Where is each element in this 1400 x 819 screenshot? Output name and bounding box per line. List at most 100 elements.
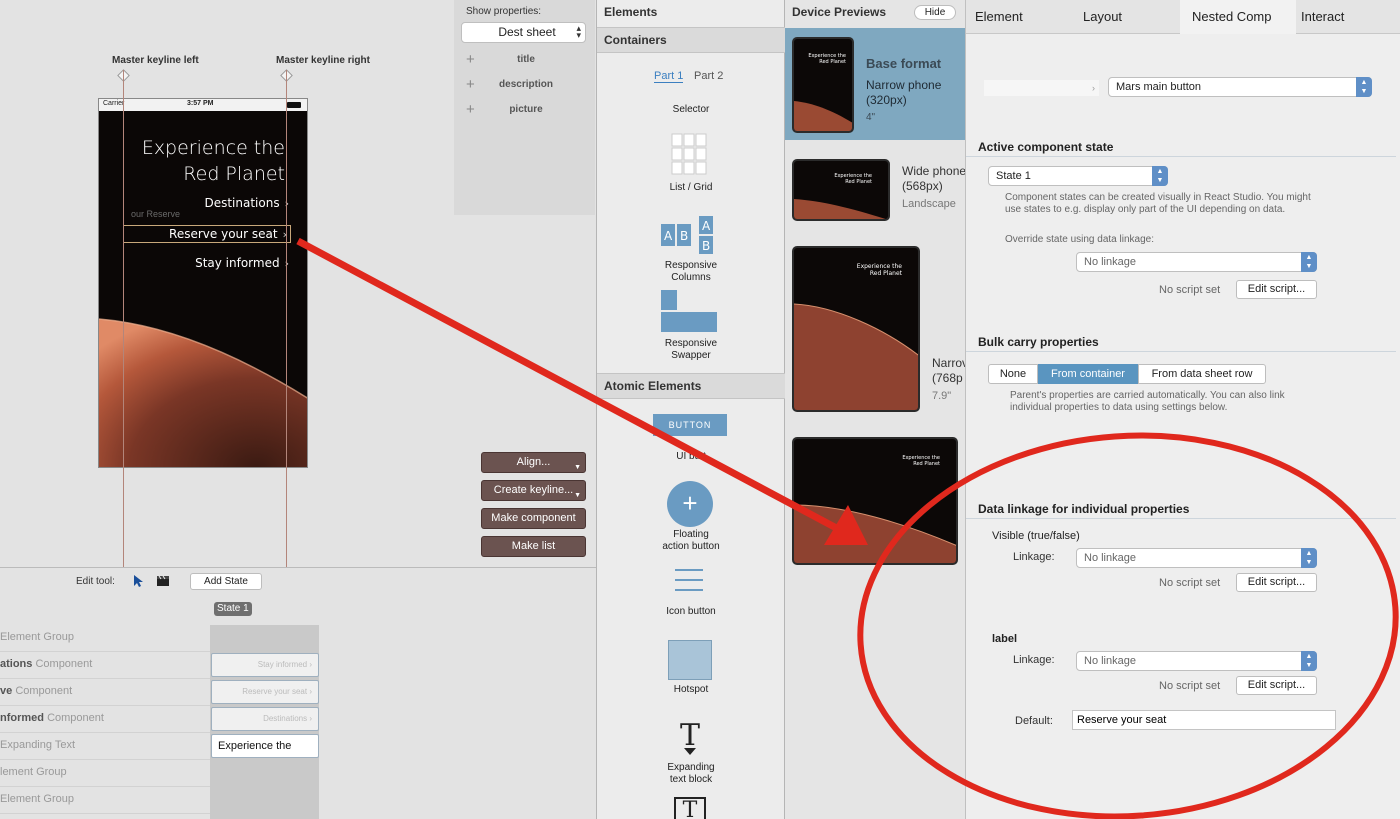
keyline-right-label: Master keyline right: [276, 55, 370, 66]
keyline-right[interactable]: [286, 70, 287, 567]
expanding-text-icon[interactable]: T: [675, 718, 705, 756]
menu-item-stay-informed[interactable]: Stay informed›: [195, 256, 289, 270]
bulk-carry-heading: Bulk carry properties: [978, 335, 1099, 349]
wide-tablet-thumbnail[interactable]: Experience the Red Planet: [792, 437, 958, 565]
linkage-value: No linkage: [1084, 256, 1136, 268]
base-format-label: Base format: [866, 56, 942, 71]
tree-row[interactable]: Element Group: [0, 787, 210, 814]
menu-item-destinations[interactable]: Destinations›: [204, 196, 289, 210]
phone-preview[interactable]: Carrier 3:57 PM Experience the Red Plane…: [98, 98, 308, 468]
svg-text:A: A: [664, 229, 673, 243]
bulk-help-text: Parent's properties are carried automati…: [1010, 390, 1285, 413]
responsive-swapper-label-1[interactable]: Responsive: [597, 338, 785, 349]
tree-row[interactable]: Expanding Text: [0, 733, 210, 760]
tab-element[interactable]: Element: [975, 0, 1023, 34]
make-component-button[interactable]: Make component: [481, 508, 586, 529]
hide-previews-button[interactable]: Hide: [914, 5, 956, 20]
property-name: description: [499, 79, 553, 90]
override-linkage-select[interactable]: No linkage ▲ ▼: [1076, 252, 1317, 272]
no-script-label: No script set: [1159, 680, 1221, 692]
row-kind: Component: [47, 712, 104, 724]
pointer-tool-icon[interactable]: [132, 574, 144, 588]
divider: [966, 156, 1396, 157]
selector-label[interactable]: Selector: [597, 104, 785, 115]
align-button[interactable]: Align... ▼: [481, 452, 586, 473]
component-select[interactable]: Mars main button ▲ ▼: [1108, 77, 1372, 97]
state-1-badge[interactable]: State 1: [214, 602, 252, 616]
bulk-none-option[interactable]: None: [988, 364, 1038, 384]
clapper-tool-icon[interactable]: [156, 575, 170, 587]
svg-text:A: A: [702, 219, 711, 233]
linkage-value: No linkage: [1084, 552, 1136, 564]
no-script-label: No script set: [1159, 284, 1221, 296]
create-keyline-button[interactable]: Create keyline... ▼: [481, 480, 586, 501]
tab-interact[interactable]: Interact: [1301, 0, 1344, 34]
tab-nested-comp[interactable]: Nested Comp: [1180, 0, 1296, 34]
part-1-tab[interactable]: Part 1: [654, 70, 684, 83]
tree-row[interactable]: ve Component: [0, 679, 210, 706]
edit-script-button[interactable]: Edit script...: [1236, 676, 1317, 695]
narrow-tablet-label: Narrov: [932, 356, 969, 370]
responsive-columns-label-1[interactable]: Responsive: [597, 260, 785, 271]
menu-item-reserve-selected[interactable]: Reserve your seat ›: [123, 225, 291, 243]
make-list-button[interactable]: Make list: [481, 536, 586, 557]
edit-tool-label: Edit tool:: [76, 576, 115, 587]
inspector-panel: Element Layout Nested Comp Interact › Ma…: [965, 0, 1400, 819]
svg-text:Red Planet: Red Planet: [845, 179, 872, 185]
row-kind: Expanding Text: [0, 739, 76, 751]
tab-layout[interactable]: Layout: [1083, 0, 1122, 34]
state-cell[interactable]: Stay informed ›: [211, 653, 319, 677]
svg-text:Red Planet: Red Planet: [870, 270, 903, 277]
wide-phone-thumbnail[interactable]: Experience the Red Planet: [792, 159, 890, 221]
state-select[interactable]: State 1 ▲ ▼: [988, 166, 1168, 186]
text-element-icon[interactable]: T: [674, 797, 706, 819]
narrow-phone-thumbnail[interactable]: Experience the Red Planet: [792, 37, 854, 133]
state-cell[interactable]: Destinations ›: [211, 707, 319, 731]
list-grid-label[interactable]: List / Grid: [597, 182, 785, 193]
label-property-label: label: [992, 633, 1018, 645]
floating-action-button-icon[interactable]: +: [667, 481, 713, 527]
label-linkage-select[interactable]: No linkage ▲ ▼: [1076, 651, 1317, 671]
state-cell[interactable]: Reserve your seat ›: [211, 680, 319, 704]
status-time: 3:57 PM: [187, 100, 214, 107]
hotspot-label[interactable]: Hotspot: [597, 684, 785, 695]
svg-text:Experience the: Experience the: [857, 263, 903, 270]
hotspot-icon[interactable]: [668, 640, 712, 680]
responsive-columns-label-2[interactable]: Columns: [597, 272, 785, 283]
visible-linkage-select[interactable]: No linkage ▲ ▼: [1076, 548, 1317, 568]
design-canvas[interactable]: Master keyline left Master keyline right…: [0, 0, 596, 567]
edit-script-button[interactable]: Edit script...: [1236, 280, 1317, 299]
narrow-phone-px: (320px): [866, 93, 907, 107]
updown-icon: ▴ ▾: [576, 23, 581, 40]
bulk-from-container-option[interactable]: From container: [1038, 364, 1138, 384]
tree-row[interactable]: ations Component: [0, 652, 210, 679]
narrow-tablet-thumbnail[interactable]: Experience the Red Planet: [792, 246, 920, 412]
expanding-text-label-1[interactable]: Expanding: [597, 762, 785, 773]
responsive-columns-icon[interactable]: ABAB: [661, 216, 719, 254]
edit-script-button[interactable]: Edit script...: [1236, 573, 1317, 592]
divider: [966, 351, 1396, 352]
button-element-icon[interactable]: BUTTON: [653, 414, 727, 436]
icon-button-label[interactable]: Icon button: [597, 606, 785, 617]
icon-button-icon[interactable]: [675, 568, 703, 592]
bulk-from-data-sheet-option[interactable]: From data sheet row: [1138, 364, 1266, 384]
state-cell-expanding[interactable]: Experience the: [211, 734, 319, 758]
ui-button-label[interactable]: UI butt: [597, 451, 785, 462]
list-grid-icon[interactable]: [671, 133, 707, 175]
add-state-button[interactable]: Add State: [190, 573, 262, 590]
property-name: picture: [509, 104, 543, 115]
tree-row[interactable]: lement Group: [0, 760, 210, 787]
part-2-tab[interactable]: Part 2: [694, 70, 723, 82]
tree-row[interactable]: Element Group: [0, 625, 210, 652]
responsive-swapper-icon[interactable]: [661, 290, 719, 332]
narrow-tablet-size: 7.9": [932, 390, 952, 402]
component-path-chevron: ›: [984, 80, 1099, 96]
responsive-swapper-label-2[interactable]: Swapper: [597, 350, 785, 361]
fab-label-1[interactable]: Floating: [597, 529, 785, 540]
data-sheet-select[interactable]: Dest sheet ▴ ▾: [461, 22, 586, 43]
expanding-text-label-2[interactable]: text block: [597, 774, 785, 785]
fab-label-2[interactable]: action button: [597, 541, 785, 552]
default-value-field[interactable]: [1072, 710, 1336, 730]
tree-row[interactable]: nformed Component: [0, 706, 210, 733]
keyline-left[interactable]: [123, 70, 124, 567]
